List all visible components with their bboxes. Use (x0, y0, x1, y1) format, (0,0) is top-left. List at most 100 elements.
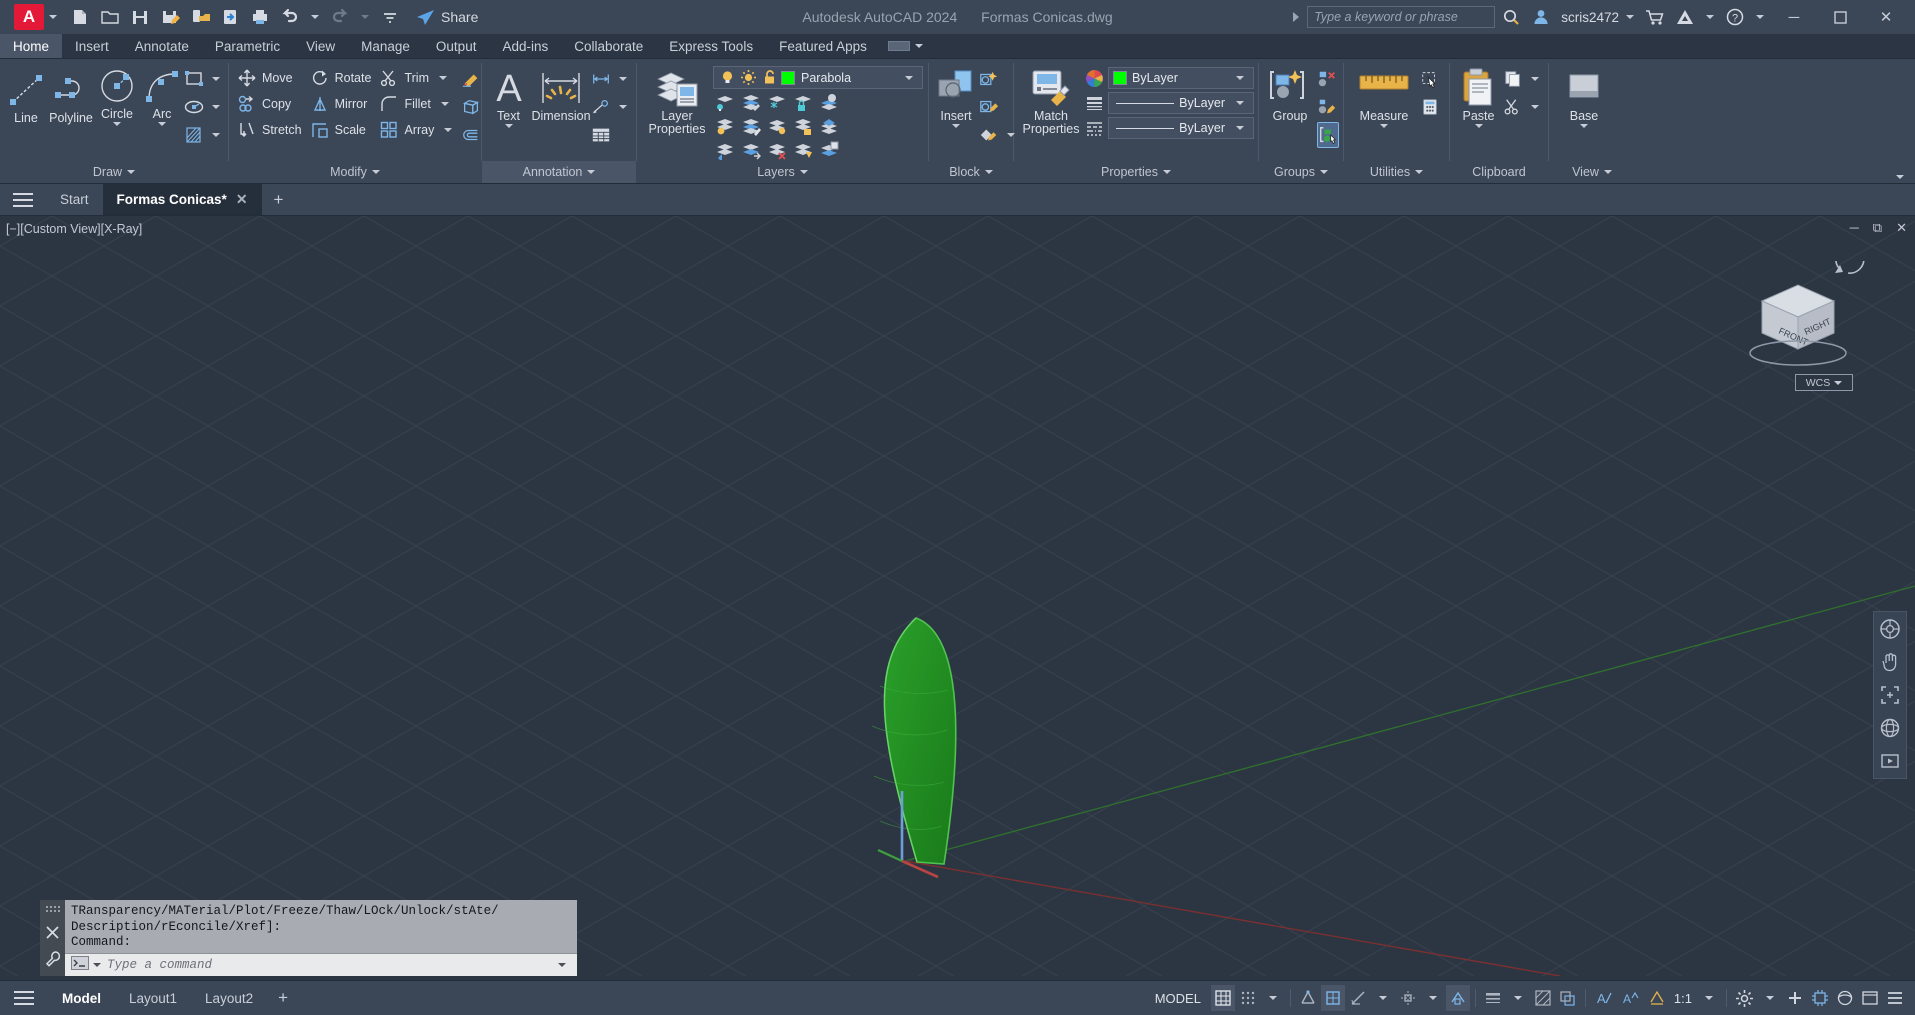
measure-caret-icon[interactable] (1380, 124, 1388, 128)
auto-scale-icon[interactable] (1645, 985, 1669, 1011)
modify-explode-button[interactable] (461, 94, 481, 120)
viewport-restore-button[interactable]: ⧉ (1873, 220, 1882, 236)
group-button[interactable]: Group (1263, 63, 1317, 123)
fillet-caret-icon[interactable] (440, 101, 449, 106)
orbit-icon[interactable] (1877, 716, 1903, 740)
unlock-icon[interactable] (760, 68, 778, 88)
modify-copy-button[interactable]: Copy (233, 91, 306, 116)
customization-menu-icon[interactable] (1883, 985, 1907, 1011)
layer-merge-icon[interactable] (739, 139, 763, 161)
hardware-acceleration-icon[interactable] (1808, 985, 1832, 1011)
group-edit-button[interactable] (1317, 94, 1339, 120)
modify-stretch-button[interactable]: Stretch (233, 117, 306, 142)
polar-tracking-dropdown-icon[interactable] (1371, 985, 1395, 1011)
panel-modify-caret-icon[interactable] (371, 170, 380, 174)
scale-dropdown-icon[interactable] (1697, 985, 1721, 1011)
annotation-scale-icon[interactable]: A (1591, 985, 1617, 1011)
account-caret-icon[interactable] (1706, 15, 1714, 19)
annotation-scale-value[interactable]: 1:1 (1670, 991, 1696, 1006)
isolate-objects-icon[interactable] (1833, 985, 1857, 1011)
infer-constraints-icon[interactable] (1296, 985, 1320, 1011)
workspace-settings-icon[interactable] (1732, 985, 1757, 1011)
viewport-minimize-button[interactable]: ─ (1850, 220, 1859, 236)
pan-icon[interactable] (1877, 650, 1903, 674)
grid-display-icon[interactable] (1210, 985, 1235, 1011)
panel-title-groups[interactable]: Groups (1259, 161, 1343, 183)
showmotion-icon[interactable] (1877, 749, 1903, 773)
model-space-toggle[interactable]: MODEL (1146, 991, 1210, 1006)
new-layout-button[interactable]: + (267, 981, 299, 1015)
grip-dots-icon[interactable] (45, 903, 61, 918)
new-icon[interactable] (66, 4, 94, 30)
redo-icon[interactable] (326, 4, 354, 30)
ribbon-tab-featured-apps[interactable]: Featured Apps (766, 34, 880, 58)
panel-title-modify[interactable]: Modify (229, 161, 481, 183)
layer-unlock-icon[interactable] (791, 115, 815, 137)
shopping-cart-icon[interactable] (1641, 4, 1669, 30)
panel-title-draw[interactable]: Draw (0, 161, 228, 183)
drawing-canvas[interactable]: [−][Custom View][X-Ray] ─ ⧉ ✕ FRONT RIGH… (0, 216, 1915, 980)
panel-title-clipboard[interactable]: Clipboard (1450, 161, 1548, 183)
plot-icon[interactable] (246, 4, 274, 30)
ungroup-button[interactable] (1317, 66, 1339, 92)
layout-tab-model[interactable]: Model (48, 981, 115, 1015)
block-insert-caret-icon[interactable] (952, 124, 960, 128)
ribbon-tab-view[interactable]: View (293, 34, 348, 58)
current-layer-combo[interactable]: Parabola (713, 66, 923, 89)
close-icon[interactable] (45, 925, 60, 944)
app-menu-caret-icon[interactable] (49, 15, 57, 19)
layer-delete-icon[interactable] (765, 139, 789, 161)
modify-rotate-button[interactable]: Rotate (306, 65, 376, 90)
share-button[interactable]: Share (416, 9, 478, 26)
modify-offset-button[interactable] (461, 122, 481, 148)
annotation-dimension-button[interactable]: Dimension (531, 63, 591, 123)
match-properties-button[interactable]: Match Properties (1018, 63, 1084, 136)
user-name[interactable]: scris2472 (1561, 10, 1619, 25)
search-expand-icon[interactable] (1293, 12, 1300, 22)
modify-move-button[interactable]: Move (233, 65, 306, 90)
panel-block-caret-icon[interactable] (984, 170, 993, 174)
user-menu-caret-icon[interactable] (1626, 15, 1634, 19)
document-tab-formas-conicas[interactable]: Formas Conicas* ✕ (102, 184, 262, 215)
panel-title-annotation[interactable]: Annotation (482, 161, 636, 183)
modify-erase-button[interactable] (461, 66, 481, 92)
help-caret-icon[interactable] (1756, 15, 1764, 19)
command-expand-caret-icon[interactable] (558, 962, 566, 967)
annotation-table-button[interactable] (591, 122, 632, 148)
layer-off-icon[interactable] (713, 115, 737, 137)
modify-fillet-button[interactable]: Fillet (375, 91, 461, 116)
sun-icon[interactable] (739, 68, 757, 88)
transparency-icon[interactable] (1531, 985, 1555, 1011)
avatar[interactable] (1527, 4, 1555, 30)
hatch-caret-icon[interactable] (212, 133, 220, 137)
draw-circle-button[interactable]: Circle (94, 63, 140, 126)
panel-properties-caret-icon[interactable] (1162, 170, 1171, 174)
layer-color-swatch[interactable] (781, 70, 795, 85)
layer-previous-icon[interactable] (713, 139, 737, 161)
layer-match-icon[interactable] (817, 115, 841, 137)
command-history-caret-icon[interactable] (93, 962, 101, 967)
draw-ellipse-button[interactable] (184, 94, 225, 120)
command-input-row[interactable]: Type a command (65, 952, 577, 976)
maximize-button[interactable] (1817, 0, 1863, 34)
help-icon[interactable]: ? (1721, 4, 1749, 30)
modify-array-button[interactable]: Array (375, 117, 461, 142)
panel-view-caret-icon[interactable] (1603, 170, 1612, 174)
panel-title-properties[interactable]: Properties (1014, 161, 1258, 183)
layout-tab-layout2[interactable]: Layout2 (191, 981, 267, 1015)
zoom-extents-icon[interactable] (1877, 683, 1903, 707)
modify-trim-button[interactable]: Trim (375, 65, 461, 90)
lightbulb-on-icon[interactable] (718, 68, 736, 88)
paste-caret-icon[interactable] (1474, 124, 1483, 128)
ribbon-tab-manage[interactable]: Manage (348, 34, 423, 58)
linetype-combo[interactable]: ByLayer (1108, 117, 1254, 139)
ribbon-tab-panel-toggle[interactable] (880, 34, 936, 58)
lineweight-combo[interactable]: ByLayer (1108, 92, 1254, 114)
panel-groups-caret-icon[interactable] (1320, 170, 1328, 174)
clean-screen-icon[interactable] (1858, 985, 1882, 1011)
cut-clip-caret-icon[interactable] (1531, 105, 1539, 109)
layer-unisolate-icon[interactable] (739, 91, 763, 113)
base-view-caret-icon[interactable] (1580, 124, 1588, 128)
ribbon-tab-parametric[interactable]: Parametric (202, 34, 293, 58)
steering-wheel-icon[interactable] (1877, 617, 1903, 641)
